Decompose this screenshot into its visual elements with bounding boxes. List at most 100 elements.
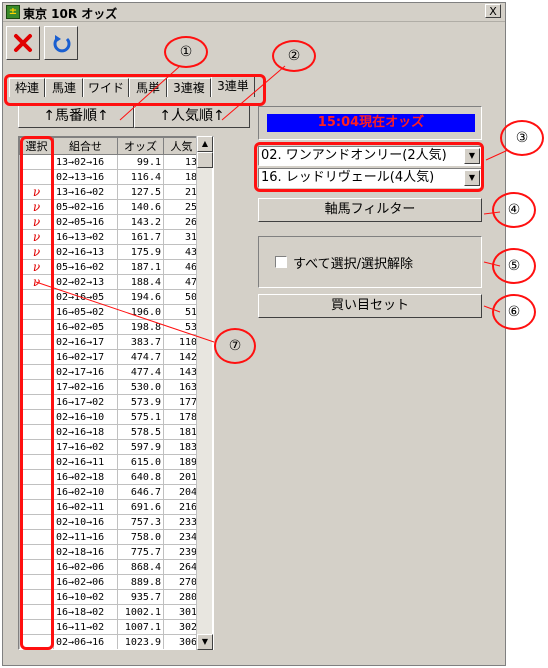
- combination-cell: 16→02→06: [53, 559, 118, 575]
- app-icon: ±: [6, 5, 20, 19]
- annotation-circle-6: ⑥: [492, 294, 536, 330]
- header-combination[interactable]: 組合せ: [53, 137, 118, 155]
- odds-cell: 530.0: [117, 379, 164, 395]
- annotation-circle-7: ⑦: [214, 328, 256, 364]
- buy-set-button[interactable]: 買い目セット: [258, 294, 482, 318]
- annotation-circle-4: ④: [492, 192, 536, 228]
- select-all-checkbox[interactable]: [275, 256, 287, 268]
- combination-cell: 02→16→11: [53, 454, 118, 470]
- popularity-cell: 233: [163, 514, 200, 530]
- odds-cell: 597.9: [117, 439, 164, 455]
- sort-by-popularity-button[interactable]: ↑人気順↑: [134, 104, 250, 128]
- popularity-cell: 201: [163, 469, 200, 485]
- popularity-cell: 53: [163, 319, 200, 335]
- popularity-cell: 26: [163, 214, 200, 230]
- sort-by-number-button[interactable]: ↑馬番順↑: [18, 104, 134, 128]
- combination-cell: 02→16→13: [53, 244, 118, 260]
- odds-cell: 758.0: [117, 529, 164, 545]
- combination-cell: 17→02→16: [53, 379, 118, 395]
- combination-cell: 02→17→16: [53, 364, 118, 380]
- odds-cell: 175.9: [117, 244, 164, 260]
- odds-cell: 194.6: [117, 289, 164, 305]
- header-odds[interactable]: オッズ: [117, 137, 164, 155]
- odds-cell: 615.0: [117, 454, 164, 470]
- odds-cell: 1007.1: [117, 619, 164, 635]
- select-all-label[interactable]: すべて選択/選択解除: [293, 253, 413, 272]
- popularity-cell: 43: [163, 244, 200, 260]
- combination-cell: 16→11→02: [53, 619, 118, 635]
- annotation-box-select-column: [20, 136, 54, 650]
- popularity-cell: 110: [163, 334, 200, 350]
- combination-cell: 16→02→11: [53, 499, 118, 515]
- odds-cell: 775.7: [117, 544, 164, 560]
- combination-cell: 16→18→02: [53, 604, 118, 620]
- popularity-cell: 46: [163, 259, 200, 275]
- combination-cell: 16→05→02: [53, 304, 118, 320]
- close-button[interactable]: [6, 26, 40, 60]
- odds-status-panel: 15:04現在オッズ: [258, 106, 482, 140]
- popularity-cell: 51: [163, 304, 200, 320]
- odds-cell: 99.1: [117, 154, 164, 170]
- odds-cell: 640.8: [117, 469, 164, 485]
- popularity-cell: 216: [163, 499, 200, 515]
- odds-cell: 196.0: [117, 304, 164, 320]
- annotation-box-tabs: [4, 74, 266, 106]
- odds-cell: 383.7: [117, 334, 164, 350]
- popularity-cell: 177: [163, 394, 200, 410]
- odds-cell: 143.2: [117, 214, 164, 230]
- odds-cell: 935.7: [117, 589, 164, 605]
- window-close-button[interactable]: X: [485, 4, 501, 18]
- combination-cell: 16→02→06: [53, 574, 118, 590]
- combination-cell: 02→18→16: [53, 544, 118, 560]
- odds-cell: 757.3: [117, 514, 164, 530]
- combination-cell: 02→11→16: [53, 529, 118, 545]
- popularity-cell: 270: [163, 574, 200, 590]
- popularity-cell: 306: [163, 634, 200, 649]
- close-red-x-icon: [14, 34, 32, 52]
- combination-cell: 16→02→10: [53, 484, 118, 500]
- axis-filter-button[interactable]: 軸馬フィルター: [258, 198, 482, 222]
- scroll-down-icon[interactable]: ▼: [197, 634, 213, 650]
- popularity-cell: 143: [163, 364, 200, 380]
- odds-cell: 868.4: [117, 559, 164, 575]
- popularity-cell: 234: [163, 529, 200, 545]
- popularity-cell: 189: [163, 454, 200, 470]
- header-popularity[interactable]: 人気: [163, 137, 200, 155]
- title-bar: ± 東京 10R オッズ X: [3, 3, 505, 22]
- annotation-circle-1: ①: [164, 36, 208, 68]
- annotation-circle-2: ②: [272, 40, 316, 72]
- popularity-cell: 183: [163, 439, 200, 455]
- odds-time-label: 15:04現在オッズ: [267, 114, 475, 132]
- popularity-cell: 47: [163, 274, 200, 290]
- odds-cell: 646.7: [117, 484, 164, 500]
- combination-cell: 05→16→02: [53, 259, 118, 275]
- popularity-cell: 302: [163, 619, 200, 635]
- odds-cell: 140.6: [117, 199, 164, 215]
- refresh-button[interactable]: [44, 26, 78, 60]
- popularity-cell: 31: [163, 229, 200, 245]
- odds-cell: 127.5: [117, 184, 164, 200]
- odds-cell: 1002.1: [117, 604, 164, 620]
- odds-cell: 474.7: [117, 349, 164, 365]
- popularity-cell: 142: [163, 349, 200, 365]
- odds-cell: 187.1: [117, 259, 164, 275]
- grid-scrollbar[interactable]: ▲ ▼: [196, 136, 213, 650]
- odds-cell: 116.4: [117, 169, 164, 185]
- popularity-cell: 301: [163, 604, 200, 620]
- popularity-cell: 280: [163, 589, 200, 605]
- combination-cell: 02→10→16: [53, 514, 118, 530]
- combination-cell: 16→17→02: [53, 394, 118, 410]
- popularity-cell: 178: [163, 409, 200, 425]
- annotation-box-horse-selects: [254, 142, 484, 192]
- scroll-thumb[interactable]: [197, 152, 213, 168]
- refresh-icon: [53, 35, 71, 53]
- odds-cell: 691.6: [117, 499, 164, 515]
- popularity-cell: 204: [163, 484, 200, 500]
- combination-cell: 02→16→18: [53, 424, 118, 440]
- popularity-cell: 21: [163, 184, 200, 200]
- popularity-cell: 264: [163, 559, 200, 575]
- scroll-up-icon[interactable]: ▲: [197, 136, 213, 152]
- annotation-circle-3: ③: [500, 120, 544, 156]
- odds-cell: 477.4: [117, 364, 164, 380]
- combination-cell: 05→02→16: [53, 199, 118, 215]
